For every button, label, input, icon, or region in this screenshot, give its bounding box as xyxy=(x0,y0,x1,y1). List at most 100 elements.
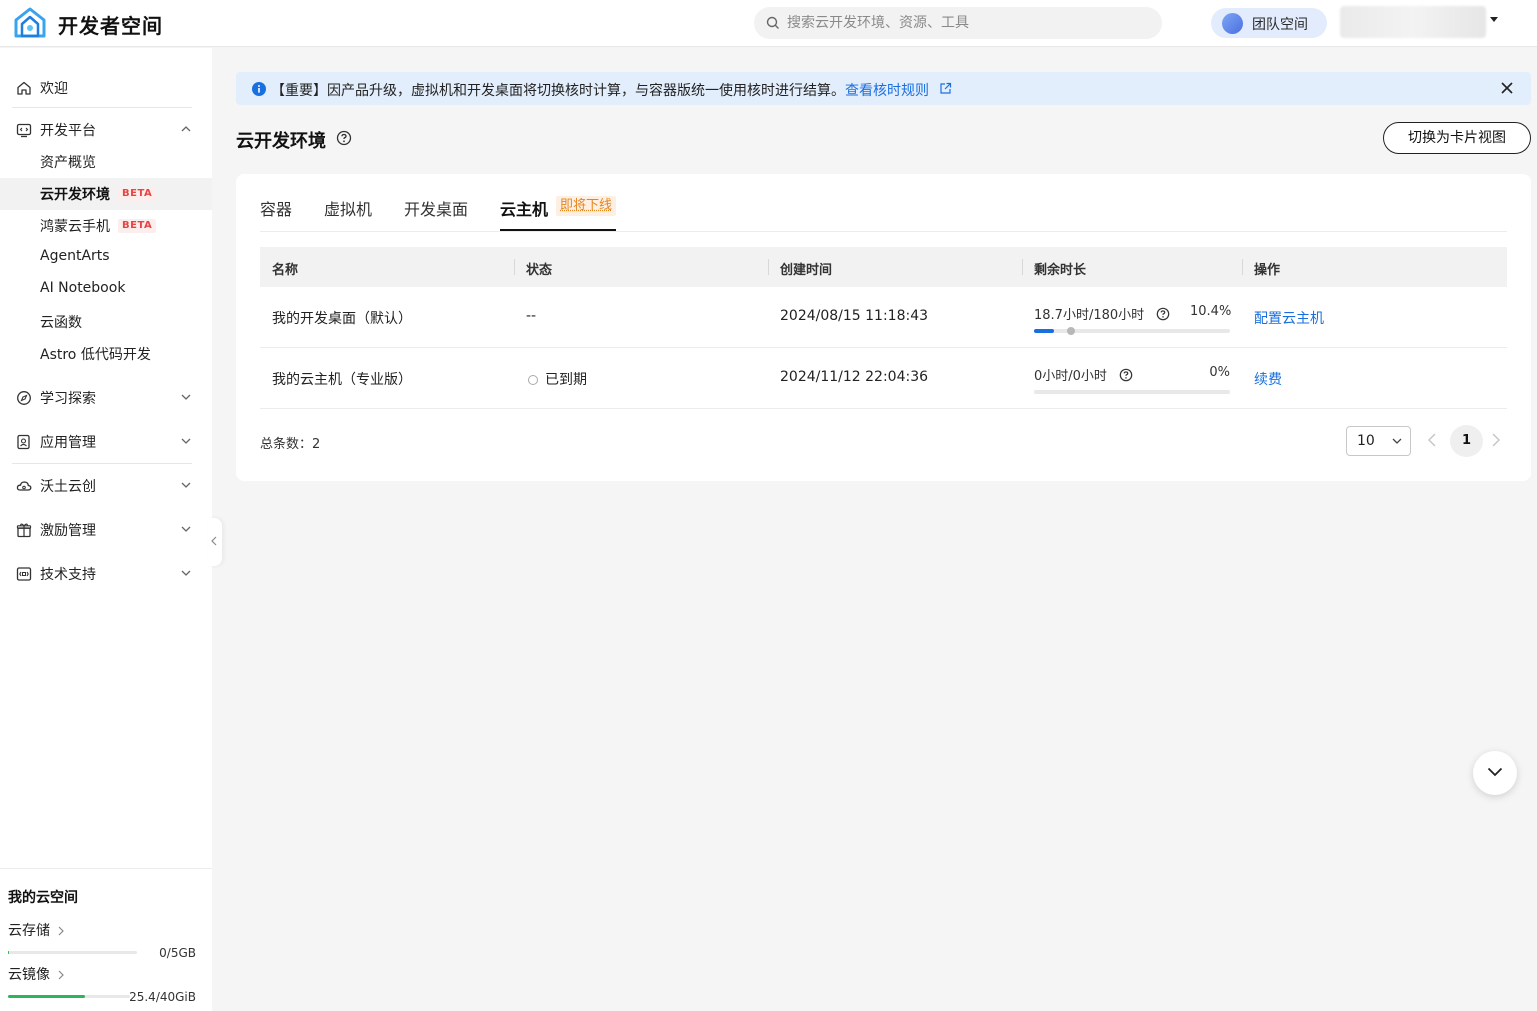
tab-cloud-host[interactable]: 云主机 xyxy=(500,196,548,220)
column-divider xyxy=(768,259,769,275)
developer-space-logo-icon[interactable] xyxy=(12,6,48,40)
chevron-down-icon[interactable] xyxy=(181,482,191,488)
team-avatar-icon xyxy=(1222,13,1243,34)
sidebar-item-harmony-cloud-phone[interactable]: 鸿蒙云手机 BETA xyxy=(0,210,212,242)
table-row: 我的云主机（专业版） 已到期 2024/11/12 22:04:36 0小时/0… xyxy=(260,348,1507,409)
sidebar-group-learn-explore[interactable]: 学习探索 xyxy=(0,382,212,414)
remaining-progress-bar xyxy=(1034,390,1230,394)
sidebar-item-welcome[interactable]: 欢迎 xyxy=(0,72,212,104)
gift-icon xyxy=(16,523,32,538)
chevron-left-icon xyxy=(211,536,217,546)
support-icon xyxy=(16,567,32,581)
tab-virtual-machine[interactable]: 虚拟机 xyxy=(324,196,372,220)
help-icon[interactable] xyxy=(1119,368,1133,382)
row-remaining-duration: 0小时/0小时 xyxy=(1034,365,1133,384)
total-count: 总条数：2 xyxy=(260,437,321,452)
cloud-mirror-link[interactable]: 云镜像 xyxy=(8,964,65,984)
sidebar-group-wotu-yunchuang[interactable]: 沃土云创 xyxy=(0,470,212,502)
app-title[interactable]: 开发者空间 xyxy=(58,10,163,39)
environment-list-card: 容器 虚拟机 开发桌面 云主机 即将下线 名称 状态 创建时间 剩余时长 操作 … xyxy=(236,174,1531,481)
view-core-hour-rules-link[interactable]: 查看核时规则 xyxy=(845,83,929,99)
sidebar-item-label: 鸿蒙云手机 xyxy=(40,219,110,235)
sidebar-divider xyxy=(12,463,192,464)
page-size-select[interactable]: 10 xyxy=(1346,426,1411,456)
sidebar-group-app-management[interactable]: 应用管理 xyxy=(0,426,212,458)
cloud-storage-link[interactable]: 云存储 xyxy=(8,920,65,940)
team-space-button[interactable]: 团队空间 xyxy=(1211,8,1327,38)
sidebar: 欢迎 开发平台 资产概览 云开发环境 BETA 鸿蒙云手机 BETA Agent… xyxy=(0,48,212,1011)
expired-status-icon xyxy=(528,375,538,385)
switch-to-card-view-button[interactable]: 切换为卡片视图 xyxy=(1383,122,1531,154)
notice-text: 【重要】因产品升级，虚拟机和开发桌面将切换核时计算，与容器版统一使用核时进行结算… xyxy=(271,83,845,99)
table-header: 名称 状态 创建时间 剩余时长 操作 xyxy=(260,247,1507,287)
remaining-progress-fill xyxy=(1034,329,1055,333)
configure-cloud-host-link[interactable]: 配置云主机 xyxy=(1254,308,1324,328)
column-header-remaining: 剩余时长 xyxy=(1034,263,1087,278)
chevron-down-icon[interactable] xyxy=(181,438,191,444)
row-remaining-duration: 18.7小时/180小时 xyxy=(1034,304,1170,323)
sidebar-item-label: 激励管理 xyxy=(40,523,96,539)
search-input[interactable] xyxy=(787,7,1147,39)
row-name: 我的开发桌面（默认） xyxy=(272,311,412,327)
sidebar-item-agentarts[interactable]: AgentArts xyxy=(0,242,212,274)
help-icon[interactable] xyxy=(1156,307,1170,321)
remaining-duration-text: 18.7小时/180小时 xyxy=(1034,308,1145,323)
top-header: 开发者空间 团队空间 xyxy=(0,0,1537,47)
chevron-down-icon[interactable] xyxy=(181,526,191,532)
row-created-time: 2024/11/12 22:04:36 xyxy=(780,369,929,385)
sidebar-group-tech-support[interactable]: 技术支持 xyxy=(0,558,212,590)
team-space-label: 团队空间 xyxy=(1252,17,1308,33)
chevron-down-icon[interactable] xyxy=(181,570,191,576)
cloud-icon xyxy=(16,481,32,491)
important-notice-banner: 【重要】因产品升级，虚拟机和开发桌面将切换核时计算，与容器版统一使用核时进行结算… xyxy=(236,72,1531,105)
page-number-button[interactable]: 1 xyxy=(1450,425,1483,457)
sidebar-item-ai-notebook[interactable]: AI Notebook xyxy=(0,274,212,306)
renew-link[interactable]: 续费 xyxy=(1254,369,1282,389)
home-icon xyxy=(17,81,31,95)
sidebar-item-astro-lowcode[interactable]: Astro 低代码开发 xyxy=(0,338,212,370)
user-menu-caret-icon[interactable] xyxy=(1490,17,1498,22)
user-account-menu[interactable] xyxy=(1340,6,1486,38)
column-header-status: 状态 xyxy=(526,263,553,278)
sidebar-item-cloud-functions[interactable]: 云函数 xyxy=(0,306,212,338)
chevron-down-icon xyxy=(1392,438,1402,444)
chevron-down-icon[interactable] xyxy=(181,394,191,400)
help-icon[interactable] xyxy=(336,130,352,146)
remaining-progress-marker xyxy=(1067,327,1075,335)
row-remaining-percent: 0% xyxy=(1209,365,1230,380)
column-divider xyxy=(1022,259,1023,275)
active-tab-indicator xyxy=(500,229,616,231)
cloud-mirror-usage-fill xyxy=(8,995,86,998)
sidebar-group-incentive[interactable]: 激励管理 xyxy=(0,514,212,546)
next-page-icon[interactable] xyxy=(1492,433,1500,447)
app-manage-icon xyxy=(17,434,30,450)
column-header-actions: 操作 xyxy=(1254,263,1281,278)
remaining-duration-text: 0小时/0小时 xyxy=(1034,369,1107,384)
row-status-text: 已到期 xyxy=(545,372,587,388)
sidebar-item-asset-overview[interactable]: 资产概览 xyxy=(0,146,212,178)
search-icon xyxy=(766,16,779,29)
cloud-storage-usage-fill xyxy=(8,951,10,954)
column-divider xyxy=(514,259,515,275)
external-link-icon[interactable] xyxy=(939,82,952,95)
sidebar-collapse-button[interactable] xyxy=(208,518,222,566)
tab-dev-desktop[interactable]: 开发桌面 xyxy=(404,196,468,220)
sidebar-item-label: 云函数 xyxy=(40,315,82,331)
sidebar-group-dev-platform[interactable]: 开发平台 xyxy=(0,114,212,146)
sidebar-item-label: 欢迎 xyxy=(40,81,68,97)
sidebar-item-label: 技术支持 xyxy=(40,567,96,583)
chevron-up-icon[interactable] xyxy=(181,126,191,132)
column-header-created: 创建时间 xyxy=(780,263,833,278)
global-search[interactable] xyxy=(754,7,1162,39)
compass-icon xyxy=(17,391,31,405)
chevron-right-icon xyxy=(59,970,65,980)
previous-page-icon[interactable] xyxy=(1428,433,1436,447)
info-icon xyxy=(252,82,266,96)
close-icon[interactable] xyxy=(1501,82,1513,94)
tab-container[interactable]: 容器 xyxy=(260,196,292,220)
my-cloud-space-title: 我的云空间 xyxy=(8,890,78,906)
sidebar-item-label: 学习探索 xyxy=(40,391,96,407)
sidebar-item-cloud-dev-env[interactable]: 云开发环境 BETA xyxy=(0,178,212,210)
row-name: 我的云主机（专业版） xyxy=(272,372,412,388)
scroll-down-button[interactable] xyxy=(1473,751,1517,795)
